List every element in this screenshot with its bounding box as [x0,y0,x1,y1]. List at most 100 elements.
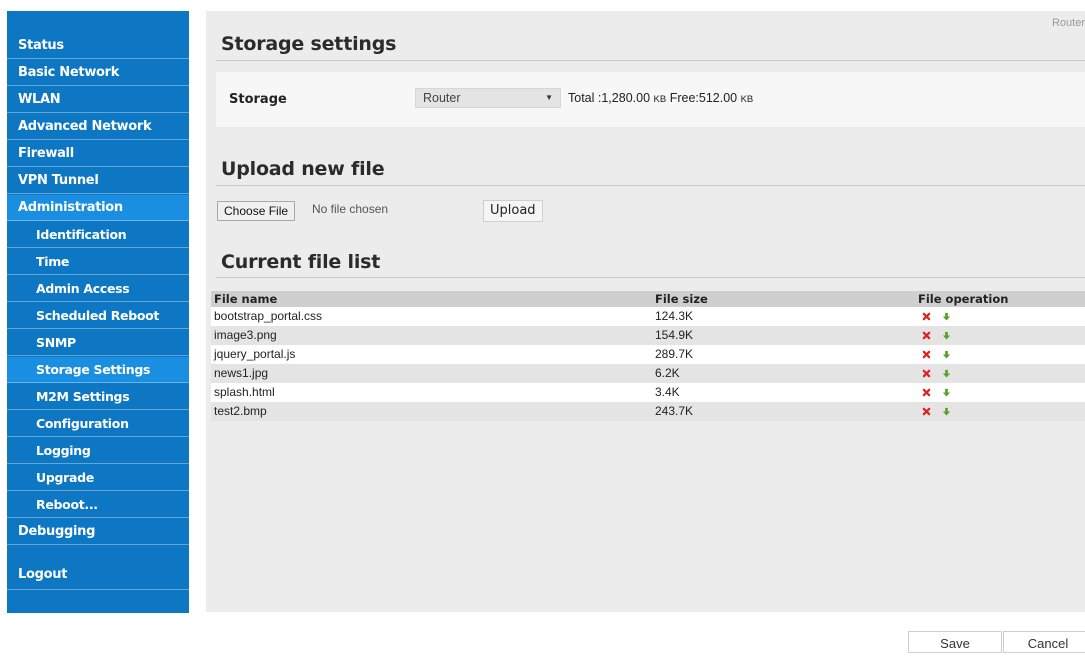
sidebar-item-label: Firewall [18,146,74,161]
file-size: 3.4K [655,385,680,399]
sidebar-item-label: Admin Access [36,281,130,296]
sidebar-item-vpn-tunnel[interactable]: VPN Tunnel [7,168,189,194]
column-header-file-operation: File operation [918,292,1009,306]
file-size: 289.7K [655,347,694,361]
storage-settings-title: Storage settings [221,33,397,55]
sidebar-item-time[interactable]: Time [7,249,189,275]
table-row: image3.png 154.9K [211,326,1085,345]
sidebar-item-label: Upgrade [36,470,94,485]
sidebar-item-firewall[interactable]: Firewall [7,141,189,167]
file-name: test2.bmp [214,404,267,418]
sidebar-item-debugging[interactable]: Debugging [7,519,189,545]
sidebar-item-label: Logging [36,443,91,458]
upload-button[interactable]: Upload [483,200,543,222]
storage-capacity-info: Total :1,280.00 KB Free:512.00 KB [568,91,753,105]
storage-label: Storage [229,92,287,107]
sidebar-item-snmp[interactable]: SNMP [7,330,189,356]
sidebar-item-scheduled-reboot[interactable]: Scheduled Reboot [7,303,189,329]
upload-title: Upload new file [221,158,385,180]
sidebar-item-label: Time [36,254,70,269]
sidebar-item-label: Storage Settings [36,362,151,377]
storage-panel: Storage Router ▼ Total :1,280.00 KB Free… [216,72,1085,127]
save-button[interactable]: Save [908,631,1002,653]
sidebar-item-label: Scheduled Reboot [36,308,160,323]
column-header-file-name: File name [214,292,278,306]
sidebar-item-status[interactable]: Status [7,33,189,59]
table-row: jquery_portal.js 289.7K [211,345,1085,364]
sidebar-item-label: M2M Settings [36,389,130,404]
file-table: File name File size File operation boots… [211,291,1085,421]
file-name: image3.png [214,328,277,342]
delete-icon[interactable] [922,312,931,321]
sidebar-item-label: WLAN [18,92,61,107]
router-breadcrumb: Router [1051,17,1085,29]
sidebar-item-reboot[interactable]: Reboot... [7,492,189,518]
sidebar-item-m2m-settings[interactable]: M2M Settings [7,384,189,410]
section-divider [216,277,1085,278]
sidebar-item-label: Debugging [18,524,96,539]
sidebar-item-storage-settings[interactable]: Storage Settings [7,357,189,383]
file-name: splash.html [214,385,275,399]
table-row: test2.bmp 243.7K [211,402,1085,421]
sidebar-item-wlan[interactable]: WLAN [7,87,189,113]
sidebar-item-label: Advanced Network [18,119,152,134]
file-status-text: No file chosen [312,202,389,216]
download-icon[interactable] [942,407,951,416]
download-icon[interactable] [942,331,951,340]
delete-icon[interactable] [922,407,931,416]
sidebar-item-label: VPN Tunnel [18,173,99,188]
sidebar-item-label: Reboot... [36,497,98,512]
file-name: bootstrap_portal.css [214,309,323,323]
sidebar-item-configuration[interactable]: Configuration [7,411,189,437]
main-panel: Router Storage settings Storage Router ▼… [206,11,1085,612]
sidebar-item-identification[interactable]: Identification [7,222,189,248]
table-row: bootstrap_portal.css 124.3K [211,307,1085,326]
delete-icon[interactable] [922,369,931,378]
sidebar-item-label: Logout [18,567,68,582]
sidebar-item-logout[interactable]: Logout [7,560,189,590]
download-icon[interactable] [942,312,951,321]
file-list-title: Current file list [221,251,381,273]
sidebar-item-label: Status [18,38,64,53]
sidebar-item-advanced-network[interactable]: Advanced Network [7,114,189,140]
sidebar-item-label: Basic Network [18,65,120,80]
total-label: Total : [568,91,602,105]
sidebar-item-upgrade[interactable]: Upgrade [7,465,189,491]
cancel-button[interactable]: Cancel [1003,631,1085,653]
storage-select[interactable]: Router ▼ [415,88,561,108]
free-unit: KB [740,94,754,105]
delete-icon[interactable] [922,331,931,340]
section-divider [216,185,1085,186]
file-size: 124.3K [655,309,694,323]
free-value: 512.00 [698,91,738,105]
sidebar-item-basic-network[interactable]: Basic Network [7,60,189,86]
table-row: news1.jpg 6.2K [211,364,1085,383]
file-name: jquery_portal.js [214,347,296,361]
file-size: 154.9K [655,328,694,342]
file-size: 6.2K [655,366,680,380]
total-value: 1,280.00 [601,91,651,105]
section-divider [216,60,1085,61]
sidebar-item-admin-access[interactable]: Admin Access [7,276,189,302]
delete-icon[interactable] [922,350,931,359]
table-header-row: File name File size File operation [211,291,1085,307]
choose-file-button[interactable]: Choose File [217,201,296,221]
sidebar-item-label: Identification [36,227,127,242]
sidebar-item-administration[interactable]: Administration [7,195,189,221]
download-icon[interactable] [942,350,951,359]
sidebar-item-label: Configuration [36,416,129,431]
sidebar-item-logging[interactable]: Logging [7,438,189,464]
total-unit: KB [653,94,667,105]
sidebar-item-label: Administration [18,200,123,215]
sidebar-nav: Status Basic Network WLAN Advanced Netwo… [7,11,189,613]
column-header-file-size: File size [655,292,708,306]
storage-select-value: Router [423,91,461,105]
file-name: news1.jpg [214,366,269,380]
free-label: Free: [669,91,699,105]
delete-icon[interactable] [922,388,931,397]
download-icon[interactable] [942,369,951,378]
download-icon[interactable] [942,388,951,397]
sidebar-item-label: SNMP [36,335,76,350]
table-row: splash.html 3.4K [211,383,1085,402]
chevron-down-icon: ▼ [545,93,553,102]
